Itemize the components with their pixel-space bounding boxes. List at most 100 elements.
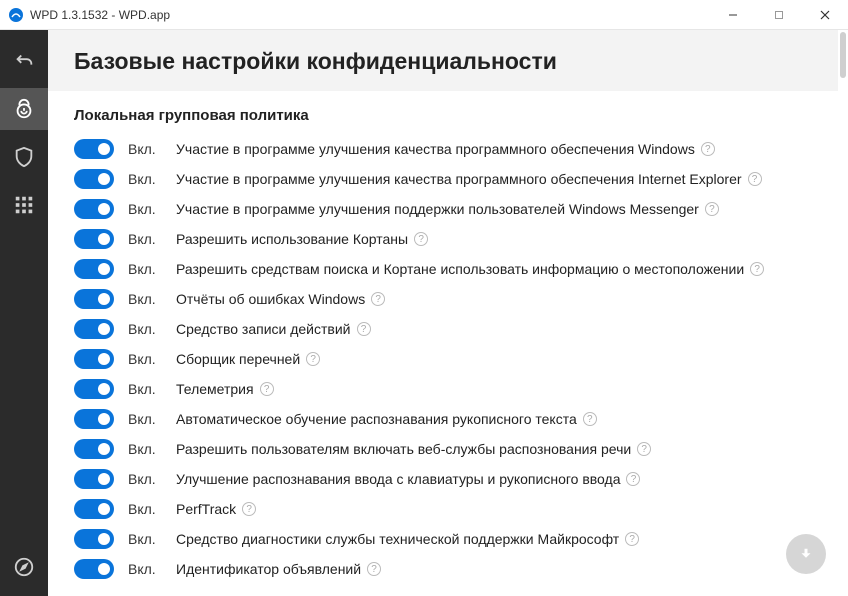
- scrollbar-thumb[interactable]: [840, 32, 846, 78]
- toggle-status-label: Вкл.: [128, 501, 162, 517]
- maximize-button[interactable]: [756, 0, 802, 29]
- toggle-switch[interactable]: [74, 469, 114, 489]
- setting-label-text: Улучшение распознавания ввода с клавиату…: [176, 471, 620, 487]
- setting-label: Улучшение распознавания ввода с клавиату…: [176, 471, 836, 487]
- sidebar-back-icon[interactable]: [0, 40, 48, 82]
- setting-label-text: Разрешить использование Кортаны: [176, 231, 408, 247]
- toggle-status-label: Вкл.: [128, 351, 162, 367]
- toggle-status-label: Вкл.: [128, 171, 162, 187]
- setting-label-text: Телеметрия: [176, 381, 254, 397]
- toggle-switch[interactable]: [74, 169, 114, 189]
- help-icon[interactable]: ?: [306, 352, 320, 366]
- setting-label-text: Средство диагностики службы технической …: [176, 531, 619, 547]
- toggle-status-label: Вкл.: [128, 411, 162, 427]
- setting-row: Вкл. Участие в программе улучшения поддер…: [74, 194, 836, 224]
- help-icon[interactable]: ?: [583, 412, 597, 426]
- setting-row: Вкл.PerfTrack?: [74, 494, 836, 524]
- toggle-switch[interactable]: [74, 199, 114, 219]
- window-controls: [710, 0, 848, 29]
- setting-label-text: Участие в программе улучшения поддержки …: [176, 201, 699, 217]
- setting-label-text: Разрешить пользователям включать веб-слу…: [176, 441, 631, 457]
- window-title: WPD 1.3.1532 - WPD.app: [30, 8, 710, 22]
- setting-label: Разрешить пользователям включать веб-слу…: [176, 441, 836, 457]
- toggle-status-label: Вкл.: [128, 561, 162, 577]
- help-icon[interactable]: ?: [357, 322, 371, 336]
- setting-label: Телеметрия?: [176, 381, 836, 397]
- toggle-switch[interactable]: [74, 289, 114, 309]
- setting-row: Вкл.Телеметрия?: [74, 374, 836, 404]
- app-icon: [8, 7, 24, 23]
- toggle-switch[interactable]: [74, 409, 114, 429]
- minimize-button[interactable]: [710, 0, 756, 29]
- toggle-switch[interactable]: [74, 499, 114, 519]
- setting-label: Отчёты об ошибках Windows?: [176, 291, 836, 307]
- page-title: Базовые настройки конфиденциальности: [74, 48, 812, 75]
- setting-row: Вкл. Разрешить пользователям включать веб…: [74, 434, 836, 464]
- setting-row: Вкл. Отчёты об ошибках Windows?: [74, 284, 836, 314]
- content-area: Базовые настройки конфиденциальности Лок…: [48, 30, 848, 596]
- close-button[interactable]: [802, 0, 848, 29]
- toggle-status-label: Вкл.: [128, 531, 162, 547]
- page-header: Базовые настройки конфиденциальности: [48, 30, 838, 91]
- help-icon[interactable]: ?: [750, 262, 764, 276]
- toggle-status-label: Вкл.: [128, 261, 162, 277]
- help-icon[interactable]: ?: [414, 232, 428, 246]
- setting-label: Идентификатор объявлений?: [176, 561, 836, 577]
- sidebar-shield-icon[interactable]: [0, 136, 48, 178]
- toggle-switch[interactable]: [74, 259, 114, 279]
- setting-label-text: Сборщик перечней: [176, 351, 300, 367]
- toggle-status-label: Вкл.: [128, 471, 162, 487]
- toggle-switch[interactable]: [74, 439, 114, 459]
- setting-label: Автоматическое обучение распознавания ру…: [176, 411, 836, 427]
- titlebar: WPD 1.3.1532 - WPD.app: [0, 0, 848, 30]
- toggle-switch[interactable]: [74, 379, 114, 399]
- toggle-status-label: Вкл.: [128, 291, 162, 307]
- toggle-status-label: Вкл.: [128, 441, 162, 457]
- toggle-status-label: Вкл.: [128, 201, 162, 217]
- setting-label-text: Участие в программе улучшения качества п…: [176, 141, 695, 157]
- toggle-switch[interactable]: [74, 349, 114, 369]
- setting-row: Вкл.Разрешить использование Кортаны?: [74, 224, 836, 254]
- setting-label: Участие в программе улучшения поддержки …: [176, 201, 836, 217]
- help-icon[interactable]: ?: [705, 202, 719, 216]
- help-icon[interactable]: ?: [242, 502, 256, 516]
- setting-label: Разрешить средствам поиска и Кортане исп…: [176, 261, 836, 277]
- setting-label: Разрешить использование Кортаны?: [176, 231, 836, 247]
- setting-label: Средство записи действий?: [176, 321, 836, 337]
- scroll-down-button[interactable]: [786, 534, 826, 574]
- toggle-switch[interactable]: [74, 319, 114, 339]
- toggle-switch[interactable]: [74, 229, 114, 249]
- toggle-switch[interactable]: [74, 559, 114, 579]
- section-title: Локальная групповая политика: [48, 101, 848, 134]
- setting-row: Вкл. Участие в программе улучшения качест…: [74, 134, 836, 164]
- setting-label-text: Средство записи действий: [176, 321, 351, 337]
- sidebar-compass-icon[interactable]: [0, 546, 48, 588]
- settings-list: Вкл. Участие в программе улучшения качест…: [48, 134, 848, 584]
- setting-label: Сборщик перечней?: [176, 351, 836, 367]
- help-icon[interactable]: ?: [626, 472, 640, 486]
- setting-row: Вкл. Разрешить средствам поиска и Кортане…: [74, 254, 836, 284]
- setting-label: Средство диагностики службы технической …: [176, 531, 836, 547]
- help-icon[interactable]: ?: [637, 442, 651, 456]
- help-icon[interactable]: ?: [748, 172, 762, 186]
- sidebar: [0, 30, 48, 596]
- setting-row: Вкл. Средство диагностики службы техничес…: [74, 524, 836, 554]
- help-icon[interactable]: ?: [367, 562, 381, 576]
- setting-label-text: Автоматическое обучение распознавания ру…: [176, 411, 577, 427]
- setting-label-text: Отчёты об ошибках Windows: [176, 291, 365, 307]
- setting-label-text: Разрешить средствам поиска и Кортане исп…: [176, 261, 744, 277]
- toggle-switch[interactable]: [74, 139, 114, 159]
- setting-label: Участие в программе улучшения качества п…: [176, 171, 836, 187]
- help-icon[interactable]: ?: [371, 292, 385, 306]
- setting-row: Вкл. Улучшение распознавания ввода с клав…: [74, 464, 836, 494]
- setting-row: Вкл.Средство записи действий?: [74, 314, 836, 344]
- help-icon[interactable]: ?: [701, 142, 715, 156]
- help-icon[interactable]: ?: [625, 532, 639, 546]
- toggle-switch[interactable]: [74, 529, 114, 549]
- sidebar-privacy-icon[interactable]: [0, 88, 48, 130]
- sidebar-apps-icon[interactable]: [0, 184, 48, 226]
- setting-label-text: Идентификатор объявлений: [176, 561, 361, 577]
- setting-row: Вкл. Автоматическое обучение распознавани…: [74, 404, 836, 434]
- help-icon[interactable]: ?: [260, 382, 274, 396]
- toggle-status-label: Вкл.: [128, 141, 162, 157]
